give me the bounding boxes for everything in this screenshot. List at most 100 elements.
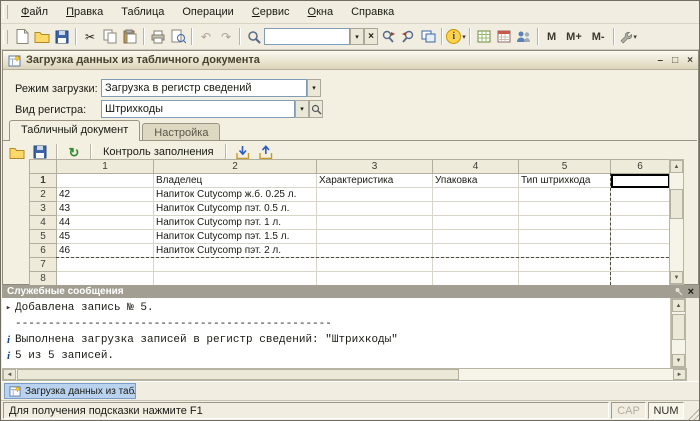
table-cell[interactable] <box>518 229 611 244</box>
tab-spreadsheet-document[interactable]: Табличный документ <box>9 120 141 141</box>
table-cell[interactable]: 42 <box>56 187 154 202</box>
table-cell[interactable] <box>610 271 670 286</box>
table-cell[interactable] <box>316 271 433 286</box>
menu-help[interactable]: Справка <box>342 3 403 22</box>
table-cell[interactable] <box>316 257 433 272</box>
open-spreadsheet-button[interactable] <box>7 142 27 162</box>
table-cell[interactable] <box>432 187 519 202</box>
table-vertical-scrollbar[interactable]: ▲ ▼ <box>669 159 684 285</box>
calc-m-minus-button[interactable]: M- <box>587 29 610 45</box>
table-cell[interactable]: Напиток Cutycomp пэт. 2 л. <box>153 243 317 258</box>
row-header[interactable]: 5 <box>29 229 57 244</box>
table-cell[interactable]: Характеристика <box>316 173 433 188</box>
fill-check-button[interactable]: Контроль заполнения <box>98 145 219 159</box>
calc-m-button[interactable]: M <box>542 29 561 45</box>
selected-cell[interactable] <box>610 173 670 188</box>
table-cell[interactable] <box>518 243 611 258</box>
cut-button[interactable]: ✂ <box>80 27 100 47</box>
table-cell[interactable] <box>610 201 670 216</box>
show-board-button[interactable] <box>474 27 494 47</box>
table-cell[interactable] <box>153 271 317 286</box>
table-cell[interactable]: Тип штрихкода <box>518 173 611 188</box>
find-next-button[interactable] <box>378 27 398 47</box>
find-button[interactable] <box>244 27 264 47</box>
table-cell[interactable] <box>610 229 670 244</box>
table-cell[interactable] <box>153 257 317 272</box>
table-cell[interactable] <box>518 271 611 286</box>
active-users-button[interactable] <box>514 27 534 47</box>
col-header[interactable]: 3 <box>316 159 433 174</box>
table-cell[interactable]: 43 <box>56 201 154 216</box>
tools-button[interactable]: ▾ <box>618 27 638 47</box>
scroll-down-button[interactable]: ▼ <box>672 354 685 367</box>
scroll-left-button[interactable]: ◄ <box>3 369 16 380</box>
table-cell[interactable] <box>518 257 611 272</box>
messages-horizontal-scrollbar[interactable]: ◄ ► <box>2 368 687 381</box>
col-header[interactable]: 4 <box>432 159 519 174</box>
table-cell[interactable] <box>610 243 670 258</box>
load-mode-value[interactable]: Загрузка в регистр сведений <box>101 79 307 97</box>
table-cell[interactable] <box>518 187 611 202</box>
register-kind-field[interactable]: Штрихкоды ▾ <box>101 100 323 118</box>
message-line[interactable]: i 5 из 5 записей. <box>2 348 670 364</box>
search-input[interactable] <box>264 28 350 45</box>
menu-service[interactable]: Сервис <box>243 3 299 22</box>
table-cell[interactable] <box>518 215 611 230</box>
copy-button[interactable] <box>100 27 120 47</box>
table-cell[interactable]: 46 <box>56 243 154 258</box>
print-preview-button[interactable] <box>168 27 188 47</box>
table-cell[interactable] <box>316 201 433 216</box>
row-header[interactable]: 2 <box>29 187 57 202</box>
table-corner[interactable] <box>29 159 57 174</box>
table-cell[interactable] <box>56 173 154 188</box>
table-cell[interactable]: Напиток Cutycomp пэт. 1.5 л. <box>153 229 317 244</box>
load-mode-combobox[interactable]: Загрузка в регистр сведений ▾ <box>101 79 321 97</box>
scroll-down-button[interactable]: ▼ <box>670 271 683 284</box>
table-cell[interactable] <box>432 201 519 216</box>
table-cell[interactable]: 45 <box>56 229 154 244</box>
table-cell[interactable] <box>432 243 519 258</box>
table-cell[interactable] <box>518 201 611 216</box>
col-header[interactable]: 2 <box>153 159 317 174</box>
taskbar-window-button[interactable]: Загрузка данных из таблич... <box>4 383 136 399</box>
scrollbar-thumb[interactable] <box>17 369 459 380</box>
messages-vertical-scrollbar[interactable]: ▲ ▼ <box>671 298 686 368</box>
toolbar-grip[interactable] <box>3 5 8 19</box>
minimize-button[interactable]: – <box>658 55 664 66</box>
close-messages-button[interactable]: × <box>688 286 694 298</box>
search-clear-button[interactable]: × <box>364 28 378 45</box>
row-header[interactable]: 7 <box>29 257 57 272</box>
tab-settings[interactable]: Настройка <box>142 123 221 141</box>
table-cell[interactable] <box>610 215 670 230</box>
table-cell[interactable] <box>316 229 433 244</box>
load-mode-dropdown-button[interactable]: ▾ <box>307 79 321 97</box>
row-header[interactable]: 1 <box>29 173 57 188</box>
table-cell[interactable] <box>56 271 154 286</box>
table-cell[interactable] <box>316 187 433 202</box>
menu-edit[interactable]: Правка <box>57 3 112 22</box>
save-button[interactable] <box>52 27 72 47</box>
table-cell[interactable]: Напиток Cutycomp ж.б. 0.25 л. <box>153 187 317 202</box>
calc-m-plus-button[interactable]: M+ <box>561 29 587 45</box>
row-header[interactable]: 8 <box>29 271 57 286</box>
register-kind-dropdown-button[interactable]: ▾ <box>295 100 309 118</box>
calendar-button[interactable] <box>494 27 514 47</box>
undo-button[interactable]: ↶ <box>196 27 216 47</box>
message-line[interactable]: i Выполнена загрузка записей в регистр с… <box>2 332 670 348</box>
scrollbar-thumb[interactable] <box>670 189 683 219</box>
message-line[interactable]: ▸ Добавлена запись № 5. <box>2 300 670 316</box>
register-kind-select-button[interactable] <box>309 100 323 118</box>
windows-list-button[interactable] <box>418 27 438 47</box>
table-cell[interactable] <box>432 271 519 286</box>
info-button[interactable]: i ▾ <box>446 27 466 47</box>
table-cell[interactable] <box>316 215 433 230</box>
table-cell[interactable] <box>56 257 154 272</box>
close-button[interactable]: × <box>687 55 693 66</box>
new-document-button[interactable] <box>12 27 32 47</box>
col-header[interactable]: 1 <box>56 159 154 174</box>
scroll-right-button[interactable]: ► <box>673 369 686 380</box>
table-cell[interactable] <box>610 257 670 272</box>
row-header[interactable]: 4 <box>29 215 57 230</box>
table-cell[interactable]: Владелец <box>153 173 317 188</box>
table-cell[interactable]: Упаковка <box>432 173 519 188</box>
